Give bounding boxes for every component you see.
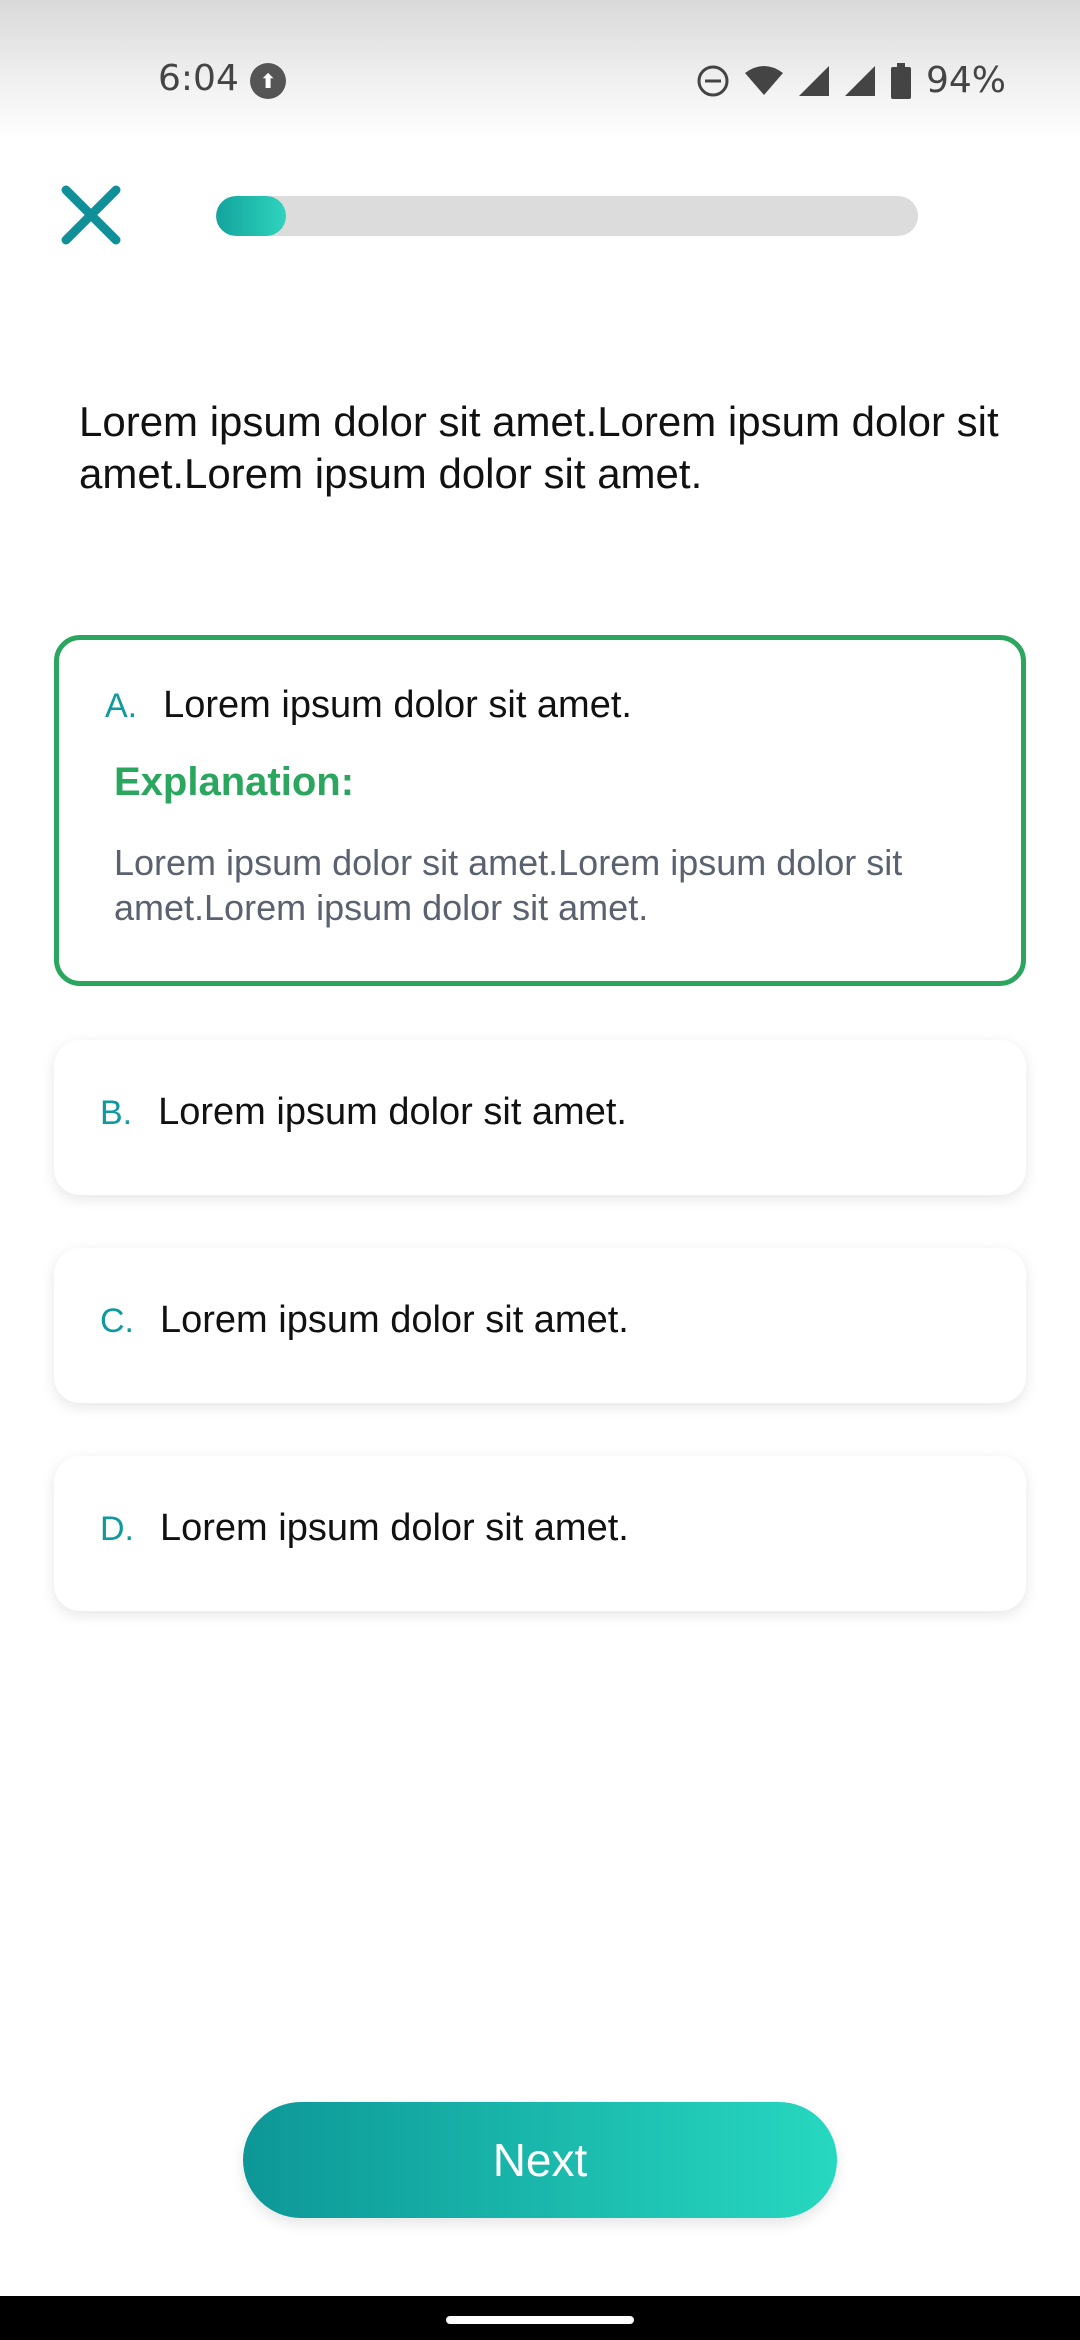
option-b[interactable]: B. Lorem ipsum dolor sit amet.	[54, 1040, 1026, 1195]
option-b-text: Lorem ipsum dolor sit amet.	[158, 1091, 627, 1133]
option-b-row: B. Lorem ipsum dolor sit amet.	[100, 1091, 627, 1134]
next-button[interactable]: Next	[243, 2102, 837, 2218]
option-d-row: D. Lorem ipsum dolor sit amet.	[100, 1507, 629, 1550]
option-a-text: Lorem ipsum dolor sit amet.	[163, 684, 632, 726]
option-c-letter: C.	[100, 1302, 134, 1340]
navigation-bar	[0, 2296, 1080, 2340]
question-text: Lorem ipsum dolor sit amet.Lorem ipsum d…	[79, 398, 999, 497]
explanation-text: Lorem ipsum dolor sit amet.Lorem ipsum d…	[114, 842, 903, 928]
signal-icon	[798, 65, 829, 96]
wifi-icon	[744, 65, 783, 95]
explanation-title: Explanation:	[114, 760, 355, 804]
option-d-letter: D.	[100, 1510, 134, 1548]
home-gesture-handle[interactable]	[446, 2316, 634, 2324]
option-d-text: Lorem ipsum dolor sit amet.	[160, 1507, 629, 1549]
battery-icon	[890, 62, 911, 99]
quiz-progress-fill	[216, 196, 287, 236]
signal-icon	[844, 65, 875, 96]
close-button[interactable]	[56, 180, 126, 250]
do-not-disturb-icon	[697, 65, 729, 96]
option-c[interactable]: C. Lorem ipsum dolor sit amet.	[54, 1248, 1026, 1403]
status-bar: 6:04 ⬆ 94%	[0, 0, 1080, 140]
app-notification-icon: ⬆	[250, 63, 286, 99]
option-a-letter: A.	[105, 687, 138, 725]
status-icons: 94%	[696, 60, 1006, 101]
battery-percent: 94%	[925, 60, 1006, 101]
status-time: 6:04	[158, 58, 239, 99]
option-a[interactable]: A. Lorem ipsum dolor sit amet. Explanati…	[54, 635, 1026, 986]
option-b-letter: B.	[100, 1094, 133, 1132]
close-icon	[61, 185, 121, 245]
option-c-text: Lorem ipsum dolor sit amet.	[160, 1299, 629, 1341]
option-c-row: C. Lorem ipsum dolor sit amet.	[100, 1299, 629, 1342]
option-a-row: A. Lorem ipsum dolor sit amet.	[105, 684, 632, 727]
quiz-screen: 6:04 ⬆ 94% Lorem ipsum dolor sit amet.Lo…	[0, 0, 1080, 2340]
quiz-progress-bar	[216, 196, 918, 236]
option-d[interactable]: D. Lorem ipsum dolor sit amet.	[54, 1456, 1026, 1611]
